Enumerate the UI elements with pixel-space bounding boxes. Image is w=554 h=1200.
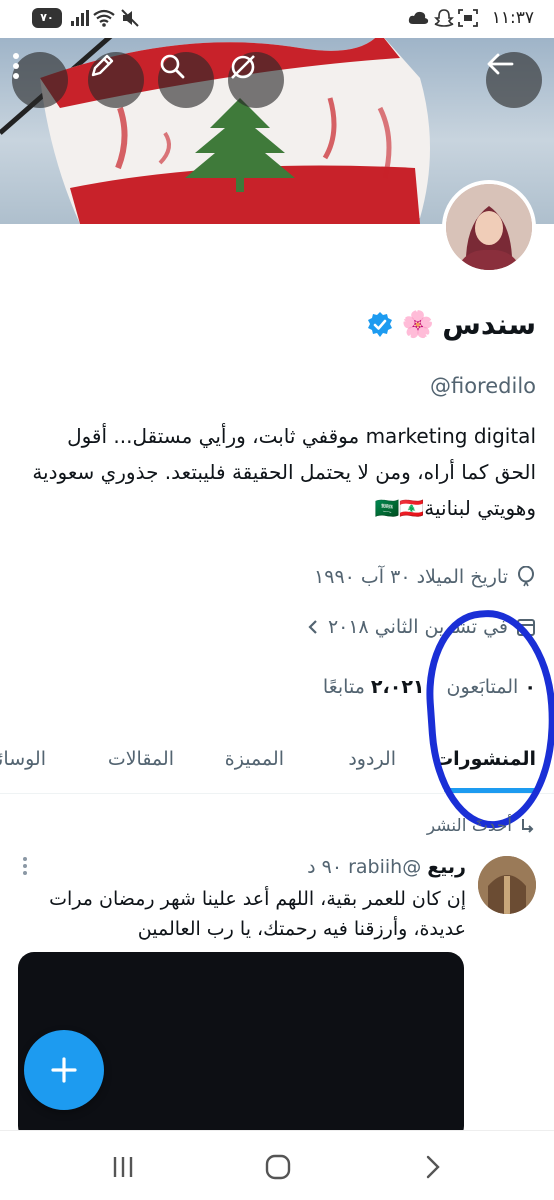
edit-button[interactable] — [88, 52, 144, 108]
annotation-circle — [420, 605, 554, 833]
post-more-button[interactable] — [22, 856, 28, 881]
home-icon[interactable] — [263, 1153, 293, 1181]
verified-badge-icon[interactable] — [366, 311, 394, 339]
bio-line: وهويتي لبنانية🇸🇦🇱🇧 — [374, 496, 536, 520]
search-icon — [160, 54, 185, 79]
repost-icon — [522, 819, 534, 833]
avatar-image — [446, 184, 532, 270]
back-arrow-icon — [487, 53, 514, 75]
system-nav-bar — [0, 1130, 554, 1200]
post-avatar[interactable] — [478, 856, 536, 914]
recent-apps-icon[interactable] — [108, 1153, 138, 1181]
bio-line: الحق كما أراه، ومن لا يحتمل الحقيقة فليب… — [32, 460, 536, 484]
more-icon — [13, 53, 19, 79]
bio-line: marketing digital موقفي ثابت، ورأيي مستق… — [67, 424, 536, 448]
birthday-text: تاريخ الميلاد ٣٠ آب ١٩٩٠ — [314, 566, 508, 588]
name-emoji: 🌸 — [401, 309, 435, 340]
edit-icon — [91, 54, 114, 77]
chevron-left-icon — [308, 620, 317, 634]
following-link[interactable]: ٢،٠٢١ متابعًا — [323, 676, 425, 698]
following-label: متابعًا — [322, 676, 365, 698]
back-nav-icon[interactable] — [418, 1153, 448, 1181]
birthday-row: تاريخ الميلاد ٣٠ آب ١٩٩٠ — [314, 566, 536, 588]
battery-level: ٧٠ — [40, 11, 54, 24]
post-author-handle[interactable]: @rabiih — [348, 856, 421, 878]
tab-media[interactable]: الوسائط — [0, 748, 46, 770]
grok-button[interactable] — [228, 52, 284, 108]
more-options-button[interactable] — [12, 52, 68, 108]
post-timestamp: ٩٠ د — [307, 856, 343, 878]
profile-handle: @fioredilo — [429, 374, 536, 398]
wifi-icon — [93, 9, 115, 27]
tab-replies[interactable]: الردود — [348, 748, 396, 770]
status-time: ١١:٣٧ — [491, 8, 534, 28]
post-header: ربيع @rabiih ٩٠ د — [307, 856, 466, 878]
post-more-icon — [23, 857, 27, 875]
mute-icon — [121, 9, 139, 27]
balloon-icon — [518, 566, 534, 587]
compose-button[interactable] — [24, 1030, 104, 1110]
plus-icon — [51, 1057, 77, 1083]
post-text: إن كان للعمر بقية، اللهم أعد علينا شهر ر… — [49, 888, 466, 940]
tab-articles[interactable]: المقالات — [108, 748, 174, 770]
tab-highlights[interactable]: المميزة — [225, 748, 284, 770]
post-avatar-image — [478, 856, 536, 914]
recent-section-header: أحدثَ النشر — [427, 816, 536, 836]
profile-name: سندس — [442, 308, 536, 341]
following-count: ٢،٠٢١ — [370, 676, 425, 698]
status-bar: ٧٠ ١١:٣٧ — [0, 0, 554, 38]
cloud-icon — [408, 11, 429, 24]
snapchat-icon — [434, 9, 454, 27]
back-button[interactable] — [486, 52, 542, 108]
post-author-name[interactable]: ربيع — [427, 856, 466, 878]
screenshot-icon — [458, 9, 478, 27]
grok-icon — [231, 55, 255, 79]
recent-label: أحدثَ النشر — [426, 816, 512, 836]
profile-name-row: 🌸 سندس — [366, 308, 536, 341]
battery-icon: ٧٠ — [32, 8, 62, 28]
profile-avatar[interactable] — [442, 180, 536, 274]
profile-bio: marketing digital موقفي ثابت، ورأيي مستق… — [16, 418, 536, 526]
search-button[interactable] — [158, 52, 214, 108]
signal-icon — [71, 10, 89, 26]
